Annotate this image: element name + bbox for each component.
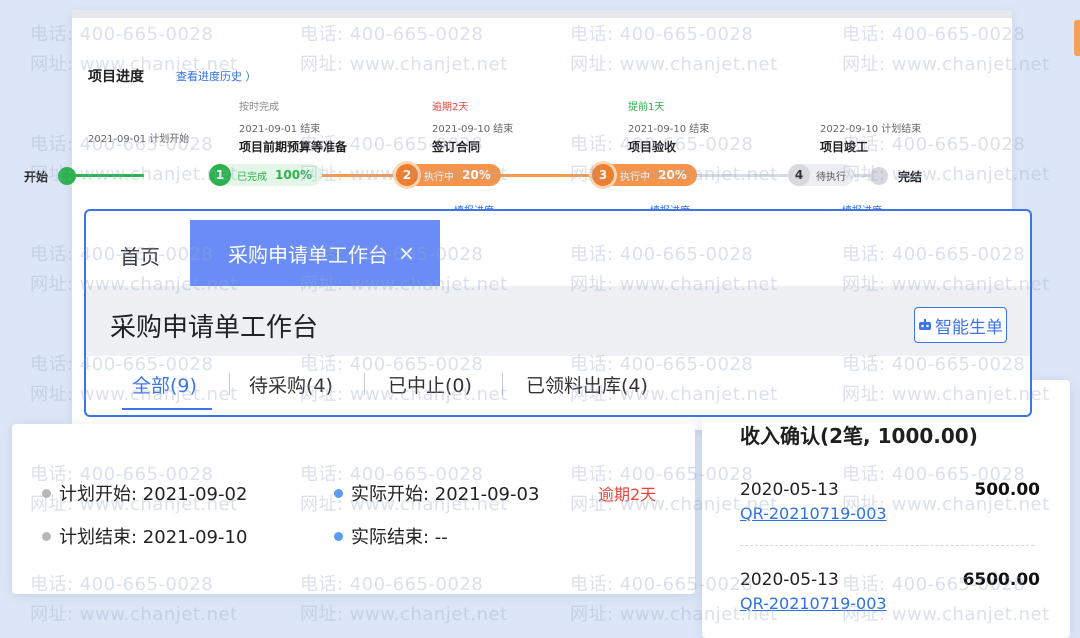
bullet-dot-icon xyxy=(334,488,343,498)
plan-start-text: 2021-09-01 计划开始 xyxy=(88,134,190,145)
milestone-name: 项目竣工 xyxy=(820,140,869,154)
smart-generate-label: 智能生单 xyxy=(935,317,1003,338)
watermark-site: 网址: www.chanjet.net xyxy=(30,604,238,625)
income-title: 收入确认(2笔, 1000.00) xyxy=(740,424,978,448)
filter-separator xyxy=(364,373,365,395)
bullet-dot-icon xyxy=(42,531,51,541)
tab-home[interactable]: 首页 xyxy=(120,241,160,270)
timeline-start-dot xyxy=(58,167,76,185)
milestone-pill-label: 待执行 xyxy=(816,171,846,183)
close-icon[interactable]: × xyxy=(398,241,415,265)
plan-end-row: 计划结束: 2021-09-10 xyxy=(42,523,247,549)
milestone-name: 项目前期预算等准备 xyxy=(239,140,348,154)
timeline-end-dot xyxy=(870,167,888,185)
bullet-dot-icon xyxy=(334,531,343,541)
robot-icon xyxy=(919,319,931,330)
income-code-link[interactable]: QR-20210719-003 xyxy=(740,504,887,523)
income-code-link[interactable]: QR-20210719-003 xyxy=(740,594,887,613)
filter-terminated[interactable]: 已中止(0) xyxy=(388,371,472,398)
plan-start-text: 计划开始: 2021-09-02 xyxy=(59,484,248,505)
timeline-done-segment xyxy=(70,174,144,177)
milestone-date: 2021-09-01 结束 xyxy=(239,124,321,135)
income-date: 2020-05-13 xyxy=(740,570,839,590)
card-top-bar xyxy=(72,10,1012,18)
view-history-link[interactable]: 查看进度历史 ） xyxy=(176,68,257,84)
tab-purchase-workbench[interactable]: 采购申请单工作台 × xyxy=(190,220,440,286)
actual-start-text: 实际开始: 2021-09-03 xyxy=(351,484,540,505)
milestone-date: 2021-09-10 结束 xyxy=(628,124,710,135)
income-amount: 500.00 xyxy=(974,480,1040,500)
milestone-status-pill: 1 已完成 100% xyxy=(209,164,323,186)
tab-label: 采购申请单工作台 xyxy=(228,242,388,267)
income-divider xyxy=(740,545,1034,546)
filter-separator xyxy=(229,373,230,395)
purchase-workbench-panel: 首页 采购申请单工作台 × 采购申请单工作台 智能生单 全部(9) 待采购(4)… xyxy=(84,209,1032,417)
milestone-percent: 100% xyxy=(275,168,313,182)
side-edge-tab[interactable] xyxy=(1074,20,1080,56)
bullet-dot-icon xyxy=(42,488,51,498)
income-confirmation-card: 收入确认(2笔, 1000.00) 2020-05-13 500.00 QR-2… xyxy=(702,380,1070,638)
milestone-date: 2021-09-10 结束 xyxy=(432,124,514,135)
filter-separator xyxy=(502,373,503,395)
filter-issued-out[interactable]: 已领料出库(4) xyxy=(526,371,648,398)
timeline-end-label: 完结 xyxy=(898,170,923,184)
watermark-site: 网址: www.chanjet.net xyxy=(300,604,508,625)
actual-start-row: 实际开始: 2021-09-03 xyxy=(334,480,539,506)
active-filter-underline xyxy=(122,408,212,410)
income-amount: 6500.00 xyxy=(962,570,1040,590)
milestone-date: 2022-09-10 计划结束 xyxy=(820,124,922,135)
milestone-number: 3 xyxy=(592,164,614,186)
income-date: 2020-05-13 xyxy=(740,480,839,500)
milestone-status-pill: 3 执行中 20% xyxy=(592,164,697,186)
milestone-status-pill: 4 待执行 xyxy=(788,164,854,186)
actual-end-text: 实际结束: -- xyxy=(351,527,448,548)
overdue-badge: 逾期2天 xyxy=(598,485,657,504)
milestone-name: 签订合同 xyxy=(432,140,481,154)
milestone-number: 1 xyxy=(209,164,231,186)
schedule-info-card: 计划开始: 2021-09-02 计划结束: 2021-09-10 实际开始: … xyxy=(12,424,695,594)
page-title: 采购申请单工作台 xyxy=(110,313,319,343)
filter-all[interactable]: 全部(9) xyxy=(132,371,197,398)
milestone-status: 按时完成 xyxy=(239,102,279,113)
milestone-status: 逾期2天 xyxy=(432,102,469,113)
milestone-pill-label: 已完成 xyxy=(237,171,267,183)
milestone-status: 提前1天 xyxy=(628,102,665,113)
smart-generate-button[interactable]: 智能生单 xyxy=(914,307,1007,343)
milestone-name: 项目验收 xyxy=(628,140,677,154)
timeline-start-label: 开始 xyxy=(24,170,49,184)
milestone-pill-label: 执行中 xyxy=(620,171,650,183)
milestone-number: 4 xyxy=(788,164,810,186)
actual-end-row: 实际结束: -- xyxy=(334,523,448,549)
milestone-status-pill: 2 执行中 20% xyxy=(396,164,501,186)
milestone-percent: 20% xyxy=(462,168,491,182)
plan-end-text: 计划结束: 2021-09-10 xyxy=(59,527,248,548)
progress-title: 项目进度 xyxy=(88,69,144,85)
filter-pending-purchase[interactable]: 待采购(4) xyxy=(249,371,333,398)
milestone-pill-label: 执行中 xyxy=(424,171,454,183)
milestone-percent: 20% xyxy=(658,168,687,182)
plan-start-row: 计划开始: 2021-09-02 xyxy=(42,480,247,506)
milestone-number: 2 xyxy=(396,164,418,186)
